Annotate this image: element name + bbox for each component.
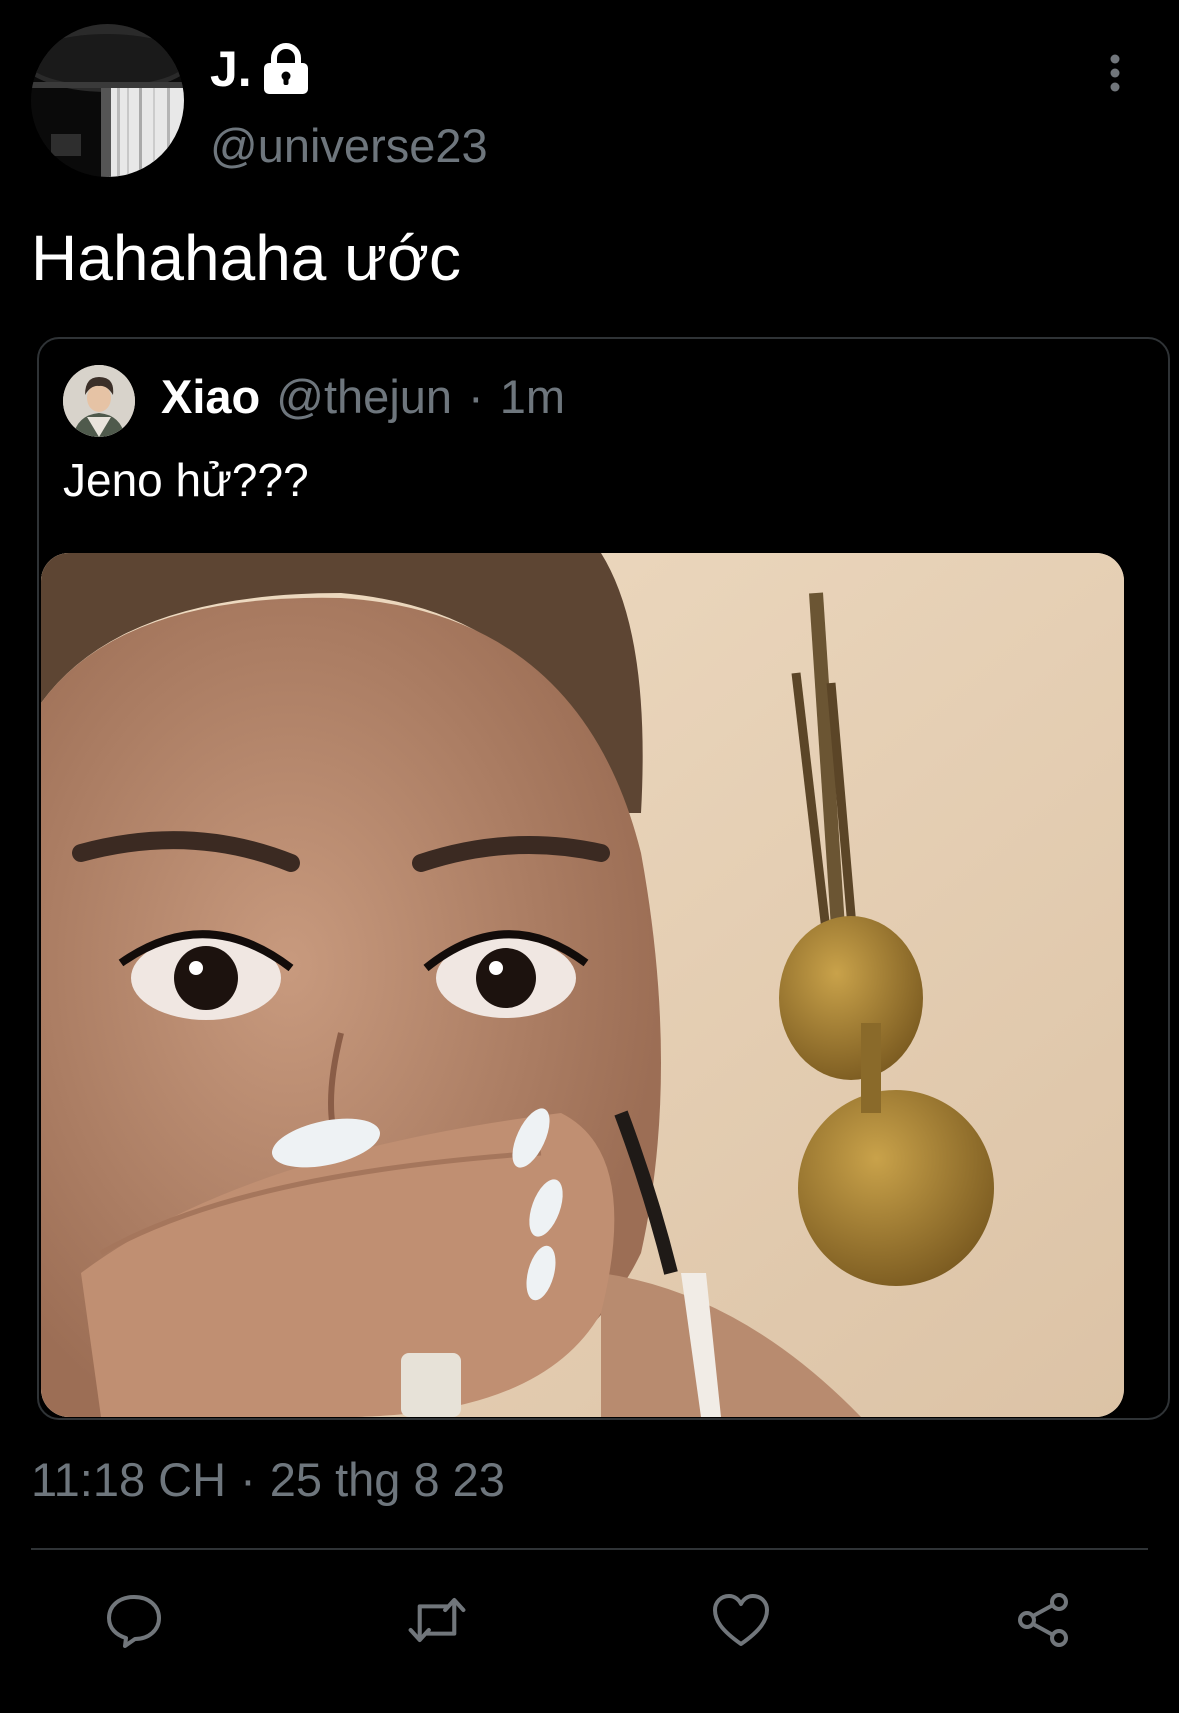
quoted-tweet-header: Xiao @thejun · 1m bbox=[161, 373, 565, 420]
retweet-button[interactable] bbox=[407, 1590, 467, 1650]
timestamp-date: 25 thg 8 23 bbox=[269, 1453, 505, 1506]
quoted-tweet-media[interactable] bbox=[41, 553, 1124, 1417]
author-avatar[interactable] bbox=[31, 24, 184, 177]
quoted-tweet-text: Jeno hử??? bbox=[63, 454, 309, 506]
quoted-separator: · bbox=[468, 370, 484, 423]
more-options-button[interactable] bbox=[1090, 48, 1140, 98]
quoted-timestamp: 1m bbox=[499, 370, 565, 423]
tweet-text: Hahahaha ước bbox=[31, 222, 461, 294]
author-display-name[interactable]: J. bbox=[210, 44, 252, 94]
author-name-row: J. bbox=[210, 38, 310, 100]
share-button[interactable] bbox=[1014, 1590, 1074, 1650]
like-button[interactable] bbox=[711, 1590, 771, 1650]
heart-icon bbox=[713, 1594, 769, 1646]
divider bbox=[31, 1548, 1148, 1550]
reply-button[interactable] bbox=[104, 1590, 164, 1650]
more-vertical-icon bbox=[1110, 54, 1120, 92]
share-icon bbox=[1018, 1593, 1068, 1647]
quoted-author-avatar[interactable] bbox=[63, 365, 135, 437]
timestamp-separator: · bbox=[240, 1453, 256, 1506]
reply-icon bbox=[107, 1595, 161, 1648]
tweet-timestamp: 11:18 CH · 25 thg 8 23 bbox=[31, 1456, 505, 1503]
lock-icon bbox=[263, 43, 308, 94]
quoted-handle: @thejun bbox=[276, 370, 453, 423]
quoted-tweet-card[interactable]: Xiao @thejun · 1m Jeno hử??? bbox=[37, 337, 1170, 1420]
retweet-icon bbox=[408, 1597, 466, 1643]
timestamp-time: 11:18 CH bbox=[31, 1453, 227, 1506]
author-handle[interactable]: @universe23 bbox=[210, 122, 488, 169]
quoted-display-name: Xiao bbox=[161, 370, 261, 423]
